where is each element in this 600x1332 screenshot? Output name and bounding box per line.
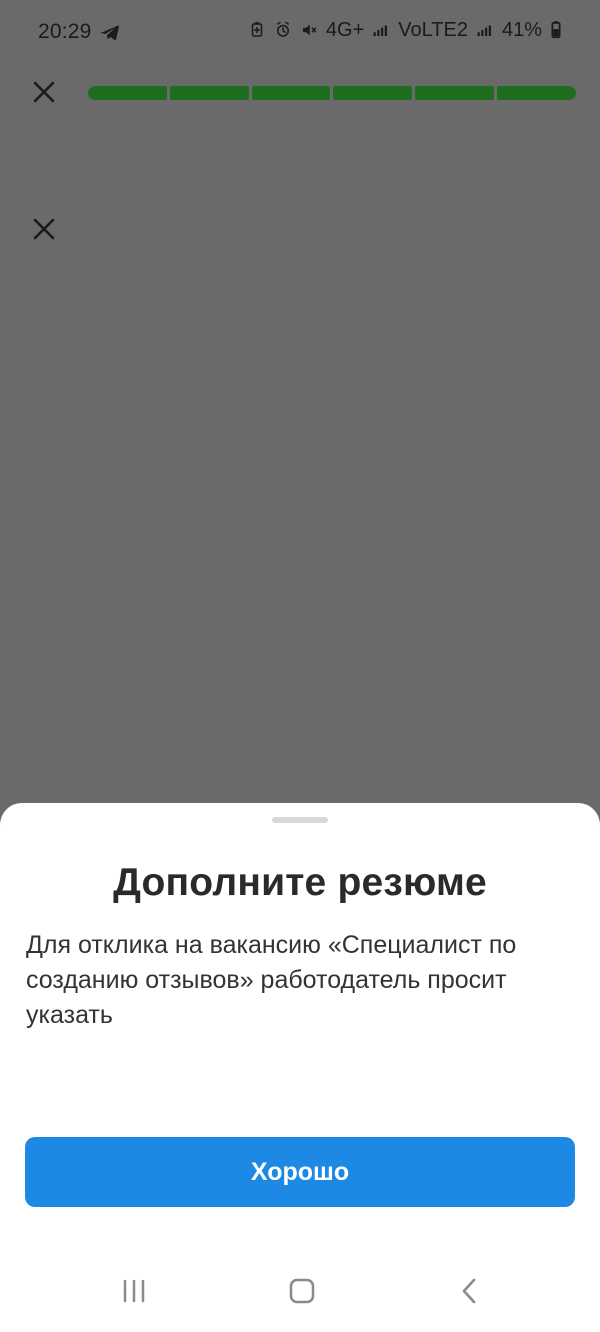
network-primary: 4G+ [325,19,365,41]
progress-segment [169,86,249,100]
status-right: 4G+ VoLTE2 41% [248,20,562,40]
battery-saver-icon [251,22,263,37]
battery-level: 41% [501,19,542,41]
ok-button[interactable]: Хорошо [25,1137,575,1207]
progress-segment [251,86,331,100]
alarm-icon [276,21,289,37]
progress-bar [88,86,576,100]
sheet-title: Дополните резюме [113,861,487,904]
battery-icon [551,21,561,39]
sheet-grabber[interactable] [272,817,328,823]
home-icon[interactable] [283,1272,321,1310]
status-time: 20:29 [38,20,92,43]
ok-button-label: Хорошо [250,1157,350,1186]
signal-bars-icon [373,25,388,36]
telegram-icon [100,25,119,41]
progress-segment [497,86,576,100]
progress-segment [415,86,495,100]
sheet-message: Для отклика на вакансию «Специалист по с… [26,931,517,1029]
progress-segment [88,86,167,100]
signal-bars-icon-secondary [477,25,491,36]
mute-icon [302,24,317,36]
network-secondary: VoLTE2 [398,19,468,41]
back-icon[interactable] [451,1272,489,1310]
close-icon[interactable] [31,79,57,105]
status-bar: 20:29 4G+ VoLTE2 41% [0,0,600,66]
recent-apps-icon[interactable] [115,1272,153,1310]
navigation-bar [0,1252,600,1332]
progress-segment [333,86,413,100]
close-icon[interactable] [31,216,57,242]
